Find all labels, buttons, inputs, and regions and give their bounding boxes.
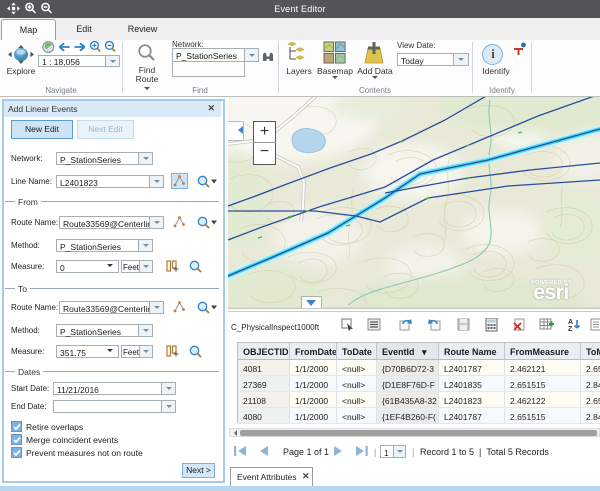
svg-text:Z: Z xyxy=(568,326,573,332)
svg-text:A: A xyxy=(568,319,573,326)
